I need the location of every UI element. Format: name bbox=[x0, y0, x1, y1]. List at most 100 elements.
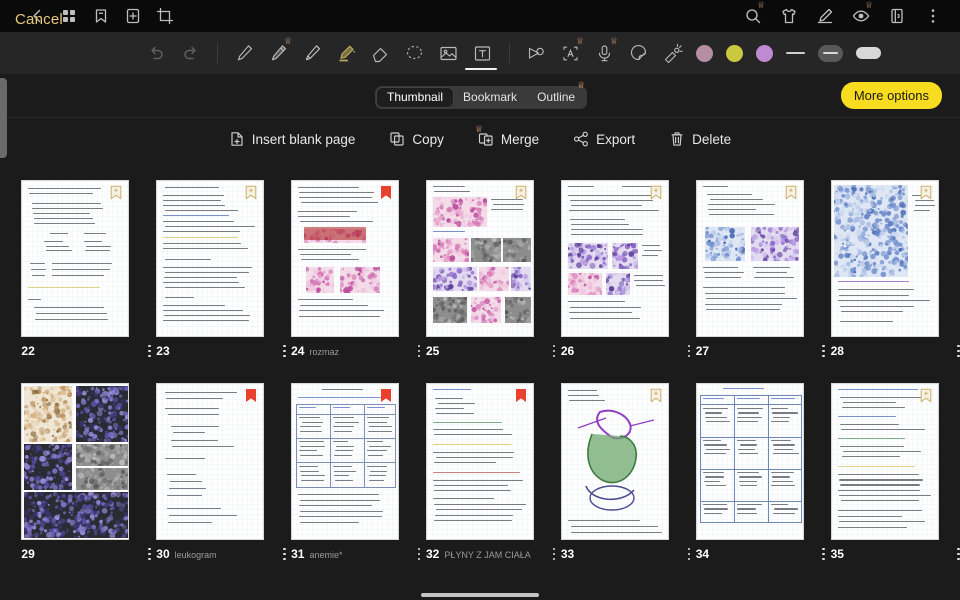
handwriting-stroke bbox=[86, 245, 112, 247]
redo-button[interactable] bbox=[180, 43, 201, 64]
crop-icon[interactable] bbox=[156, 7, 174, 25]
page-thumbnail[interactable] bbox=[830, 180, 939, 337]
handwriting-stroke bbox=[300, 445, 326, 447]
bookmark-badge-outline[interactable] bbox=[515, 185, 527, 200]
handwriting-stroke bbox=[335, 421, 360, 423]
page-thumbnail[interactable] bbox=[560, 383, 669, 540]
bookmark-badge-outline[interactable] bbox=[245, 185, 257, 200]
ocr-text-tool[interactable]: ♕ bbox=[560, 36, 584, 64]
sticker-tool[interactable] bbox=[628, 43, 649, 64]
stroke-thick-button[interactable] bbox=[856, 47, 881, 59]
page-thumbnail-cell: 33 bbox=[547, 383, 691, 586]
more-options-button[interactable]: More options bbox=[840, 82, 942, 109]
highlighter-tool[interactable] bbox=[336, 43, 357, 64]
insert-blank-page-button[interactable]: Insert blank page bbox=[229, 131, 355, 147]
copy-icon bbox=[389, 131, 405, 147]
page-caption: 34 bbox=[696, 548, 825, 561]
page-thumbnail[interactable] bbox=[21, 383, 130, 540]
voice-record-tool[interactable]: ♕ bbox=[594, 36, 618, 64]
eraser-tool[interactable] bbox=[370, 43, 391, 64]
page-thumbnail[interactable] bbox=[156, 383, 265, 540]
cancel-button[interactable]: Cancel bbox=[15, 11, 63, 28]
bookmark-badge-red[interactable] bbox=[380, 388, 392, 403]
page-thumbnail[interactable] bbox=[830, 383, 939, 540]
export-button[interactable]: Export bbox=[573, 131, 635, 147]
page-content bbox=[426, 384, 533, 539]
page-thumbnail-cell: 22 bbox=[8, 180, 151, 383]
shirt-icon[interactable] bbox=[780, 7, 798, 25]
page-thumbnail[interactable] bbox=[560, 180, 669, 337]
page-content bbox=[561, 384, 668, 539]
color-swatch-olive[interactable] bbox=[726, 44, 743, 62]
fountain-pen-tool[interactable] bbox=[302, 43, 323, 64]
pen-ruler-icon[interactable] bbox=[816, 7, 834, 25]
tab-bookmark[interactable]: Bookmark bbox=[453, 88, 527, 107]
search-icon[interactable]: ♕ bbox=[744, 1, 765, 25]
page-number: 30 bbox=[156, 547, 170, 561]
handwriting-stroke bbox=[300, 521, 360, 523]
color-swatch-orchid[interactable] bbox=[756, 44, 773, 62]
page-content bbox=[831, 181, 938, 336]
export-icon bbox=[573, 131, 589, 147]
handwriting-stroke bbox=[301, 479, 325, 481]
bookmark-icon[interactable] bbox=[92, 7, 110, 25]
copy-button[interactable]: Copy bbox=[389, 131, 444, 147]
text-box-tool[interactable] bbox=[472, 43, 493, 64]
tab-outline[interactable]: Outline ♕ bbox=[527, 81, 585, 107]
bookmark-badge-outline[interactable] bbox=[920, 185, 932, 200]
page-thumbnail[interactable] bbox=[291, 180, 400, 337]
page-thumbnail[interactable] bbox=[291, 383, 400, 540]
page-action-bar: Insert blank page Copy ♕ Merge Export De… bbox=[0, 118, 960, 160]
bookmark-badge-outline[interactable] bbox=[650, 185, 662, 200]
laser-pointer-tool[interactable] bbox=[662, 43, 683, 64]
page-thumbnail[interactable] bbox=[21, 180, 130, 337]
delete-button[interactable]: Delete bbox=[669, 131, 731, 147]
stroke-medium-button[interactable] bbox=[818, 44, 843, 62]
pencil-tool[interactable]: ♕ bbox=[268, 36, 292, 64]
thumbnail-manager-screen: ♕ ♕ ♕ ♕ ♕ Cancel Thumbnail Bookmark Outl… bbox=[0, 0, 960, 600]
tab-thumbnail[interactable]: Thumbnail bbox=[377, 88, 454, 107]
handwriting-stroke bbox=[300, 304, 369, 306]
handwriting-stroke bbox=[334, 454, 353, 456]
page-overflow-menu-icon[interactable] bbox=[953, 344, 960, 358]
color-swatch-mauve[interactable] bbox=[696, 44, 713, 62]
bookmark-badge-outline[interactable] bbox=[785, 185, 797, 200]
handwriting-stroke bbox=[334, 470, 357, 472]
bookmark-badge-outline[interactable] bbox=[650, 388, 662, 403]
handwriting-stroke bbox=[771, 476, 790, 478]
handwriting-stroke bbox=[705, 448, 730, 450]
bookmark-badge-outline[interactable] bbox=[920, 388, 932, 403]
handwriting-stroke bbox=[569, 317, 640, 319]
micrograph-image bbox=[24, 444, 73, 490]
insert-image-tool[interactable] bbox=[438, 43, 459, 64]
page-caption: 29 bbox=[21, 548, 151, 561]
stroke-thin-preview[interactable] bbox=[786, 52, 805, 54]
page-thumbnail[interactable] bbox=[695, 180, 804, 337]
bookmark-badge-red[interactable] bbox=[380, 185, 392, 200]
thin-pen-tool[interactable] bbox=[234, 43, 255, 64]
undo-button[interactable] bbox=[146, 43, 167, 64]
eye-icon[interactable]: ♕ bbox=[852, 1, 873, 25]
page-caption: 24 rozmaz bbox=[291, 345, 421, 358]
shape-tool[interactable] bbox=[526, 43, 547, 64]
micrograph-image bbox=[76, 468, 129, 490]
bookmark-badge-red[interactable] bbox=[245, 388, 257, 403]
page-caption: 25 bbox=[426, 345, 556, 358]
page-thumbnail[interactable] bbox=[156, 180, 265, 337]
bookmark-badge-red[interactable] bbox=[515, 388, 527, 403]
add-page-icon[interactable] bbox=[124, 7, 142, 25]
handwriting-stroke bbox=[569, 306, 641, 308]
page-layout-icon[interactable] bbox=[888, 7, 906, 25]
page-thumbnail[interactable] bbox=[425, 383, 534, 540]
page-thumbnail[interactable] bbox=[695, 383, 804, 540]
merge-button[interactable]: ♕ Merge bbox=[475, 125, 540, 147]
handwriting-stroke bbox=[302, 421, 324, 423]
bookmark-badge-outline[interactable] bbox=[110, 185, 122, 200]
page-content bbox=[22, 181, 129, 336]
merge-label: Merge bbox=[500, 131, 540, 147]
lasso-select-tool[interactable] bbox=[404, 43, 425, 64]
micrograph-image bbox=[567, 243, 608, 269]
overflow-menu-icon[interactable] bbox=[924, 7, 942, 25]
page-thumbnail[interactable] bbox=[425, 180, 534, 337]
page-overflow-menu-icon[interactable] bbox=[953, 547, 960, 561]
